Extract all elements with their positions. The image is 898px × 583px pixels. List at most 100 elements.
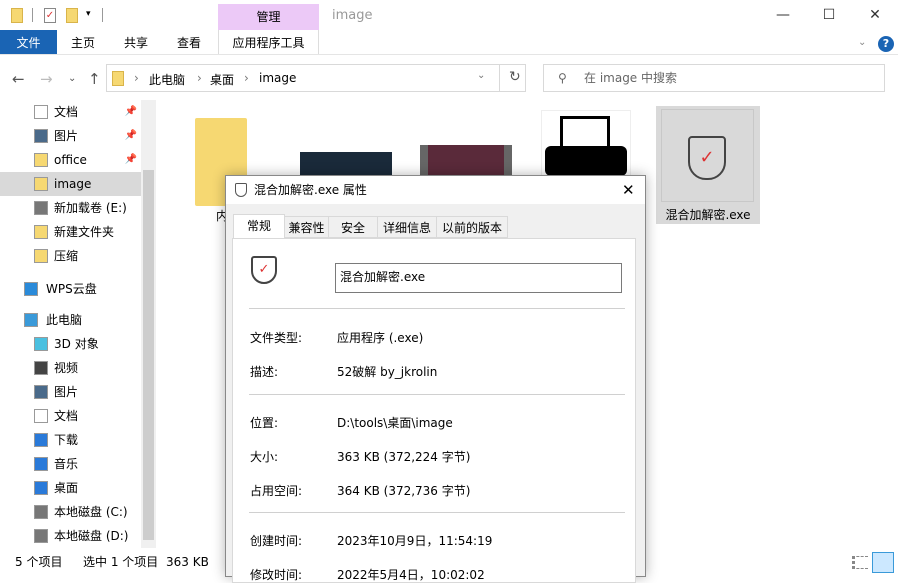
picture-icon	[34, 129, 48, 143]
property-label: 大小:	[250, 450, 279, 464]
folder-icon	[112, 71, 124, 86]
folder-icon	[11, 8, 23, 23]
pin-icon: 📌	[124, 106, 137, 117]
sidebar-item[interactable]: 图片	[0, 380, 141, 404]
divider	[32, 8, 33, 22]
address-bar[interactable]: › 此电脑 › 桌面 › image ⌄ ↻	[106, 64, 526, 92]
sidebar-item[interactable]: 下载	[0, 428, 141, 452]
breadcrumb-image[interactable]: image	[259, 71, 296, 85]
tab-file[interactable]: 文件	[0, 30, 57, 54]
property-value: 364 KB (372,736 字节)	[337, 484, 471, 498]
selected-size: 363 KB	[166, 555, 209, 569]
dialog-title: 混合加解密.exe 属性	[254, 183, 367, 197]
divider	[249, 394, 625, 395]
sidebar-item-label: 压缩	[54, 249, 79, 263]
divider	[249, 512, 625, 513]
back-icon[interactable]: ←	[12, 70, 25, 88]
title-bar: ✓ ▾ 管理 image — ☐ ✕	[0, 0, 898, 30]
tab-home[interactable]: 主页	[62, 30, 104, 54]
sidebar-item[interactable]: 文档 📌	[0, 100, 141, 124]
recent-chevron-icon[interactable]: ⌄	[68, 73, 76, 84]
large-icons-view-icon[interactable]	[872, 552, 894, 573]
properties-icon[interactable]: ✓	[44, 8, 56, 23]
tab-share[interactable]: 共享	[115, 30, 157, 54]
address-dropdown-icon[interactable]: ⌄	[477, 70, 485, 81]
property-label: 描述:	[250, 365, 279, 379]
sidebar-item[interactable]: office 📌	[0, 148, 141, 172]
sidebar-scroll-thumb[interactable]	[143, 170, 154, 540]
sidebar-item[interactable]: 本地磁盘 (D:)	[0, 524, 141, 548]
sidebar-item-label: 下载	[54, 433, 79, 447]
sidebar-item[interactable]: image	[0, 172, 141, 196]
sidebar-item[interactable]: 图片 📌	[0, 124, 141, 148]
sidebar-item[interactable]: 视频	[0, 356, 141, 380]
dialog-close-button[interactable]: ✕	[622, 176, 635, 204]
tab-details[interactable]: 详细信息	[377, 216, 437, 238]
download-icon	[34, 433, 48, 447]
sidebar-item-label: 本地磁盘 (D:)	[54, 529, 129, 543]
sidebar-item-label: 新加载卷 (E:)	[54, 201, 127, 215]
pin-icon: 📌	[124, 154, 137, 165]
sidebar-item-label: 本地磁盘 (C:)	[54, 505, 128, 519]
filename-input[interactable]: 混合加解密.exe	[335, 263, 622, 293]
search-input[interactable]: ⚲ 在 image 中搜索	[543, 64, 885, 92]
property-label: 位置:	[250, 416, 279, 430]
sidebar-item-label: image	[54, 177, 92, 191]
breadcrumb-this-pc[interactable]: 此电脑	[149, 71, 185, 88]
tab-compatibility[interactable]: 兼容性	[284, 216, 329, 238]
property-value: 363 KB (372,224 字节)	[337, 450, 471, 464]
general-panel: ✓ 混合加解密.exe 文件类型: 应用程序 (.exe) 描述: 52破解 by_j…	[232, 238, 636, 583]
tab-general[interactable]: 常规	[233, 214, 285, 239]
expand-ribbon-icon[interactable]: ⌄	[858, 37, 866, 48]
property-label: 创建时间:	[250, 534, 303, 548]
minimize-button[interactable]: —	[760, 0, 806, 30]
window-title: image	[332, 8, 373, 23]
shield-check-icon: ✓	[688, 136, 726, 180]
sidebar-item[interactable]: 音乐	[0, 452, 141, 476]
sidebar-item[interactable]: 文档	[0, 404, 141, 428]
help-icon[interactable]: ?	[878, 36, 894, 52]
sidebar-item[interactable]: WPS云盘	[0, 277, 141, 301]
manage-tab[interactable]: 管理	[218, 4, 319, 30]
picture-icon	[34, 385, 48, 399]
up-icon[interactable]: ↑	[88, 70, 101, 88]
property-value: 应用程序 (.exe)	[337, 331, 424, 345]
sidebar-item-label: 文档	[54, 409, 79, 423]
refresh-icon[interactable]: ↻	[509, 69, 521, 85]
tab-previous-versions[interactable]: 以前的版本	[436, 216, 508, 238]
printer-thumbnail[interactable]	[541, 110, 631, 180]
property-label: 占用空间:	[250, 484, 303, 498]
sidebar-item-label: 文档	[54, 105, 79, 119]
maximize-button[interactable]: ☐	[806, 0, 852, 30]
sidebar-item-label: 此电脑	[46, 313, 83, 327]
sidebar-item[interactable]: 压缩	[0, 244, 141, 268]
breadcrumb-desktop[interactable]: 桌面	[210, 71, 234, 88]
navigation-pane: 文档 📌 图片 📌 office 📌 image 新加载卷 (E:) 新建文件夹 压缩 WPS云盘此…	[0, 100, 155, 548]
sidebar-item[interactable]: 3D 对象	[0, 332, 141, 356]
sidebar-item[interactable]: 此电脑	[0, 308, 141, 332]
exe-file-item[interactable]: ✓ 混合加解密.exe	[656, 106, 760, 224]
customize-toolbar-icon[interactable]: ▾	[86, 9, 91, 19]
close-button[interactable]: ✕	[852, 0, 898, 30]
computer-icon	[24, 313, 38, 327]
shield-check-icon: ✓	[251, 256, 277, 284]
document-icon	[34, 409, 48, 423]
desktop-icon	[34, 481, 48, 495]
property-value: D:\tools\桌面\image	[337, 416, 453, 430]
folder-icon	[34, 177, 48, 191]
tab-application-tools[interactable]: 应用程序工具	[218, 30, 319, 54]
tab-view[interactable]: 查看	[168, 30, 210, 54]
sidebar-item[interactable]: 桌面	[0, 476, 141, 500]
music-icon	[34, 457, 48, 471]
drive-icon	[34, 505, 48, 519]
sidebar-item[interactable]: 新加载卷 (E:)	[0, 196, 141, 220]
tab-security[interactable]: 安全	[328, 216, 378, 238]
sidebar-item[interactable]: 新建文件夹	[0, 220, 141, 244]
sidebar-item-label: 图片	[54, 385, 79, 399]
details-view-icon[interactable]	[852, 556, 868, 569]
new-folder-icon[interactable]	[66, 8, 78, 23]
property-value: 2023年10月9日，11:54:19	[337, 534, 493, 548]
forward-icon[interactable]: →	[40, 70, 53, 88]
sidebar-item[interactable]: 本地磁盘 (C:)	[0, 500, 141, 524]
dialog-title-bar: 混合加解密.exe 属性 ✕	[226, 176, 645, 204]
